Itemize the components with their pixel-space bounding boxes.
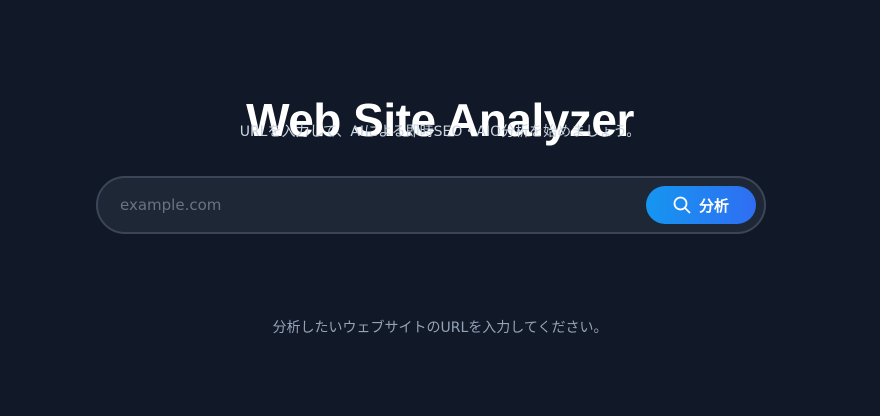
url-input[interactable] xyxy=(120,178,640,232)
analyze-button-label: 分析 xyxy=(698,196,729,215)
hint-text: 分析したいウェブサイトのURLを入力してください。 xyxy=(272,320,608,336)
search-bar: 分析 xyxy=(96,176,766,234)
search-icon xyxy=(673,196,691,214)
page-subtitle: URLを入力して、AIによる即時SEO・AIO分析を始めましょう。 xyxy=(239,124,641,140)
analyze-button[interactable]: 分析 xyxy=(646,186,756,224)
